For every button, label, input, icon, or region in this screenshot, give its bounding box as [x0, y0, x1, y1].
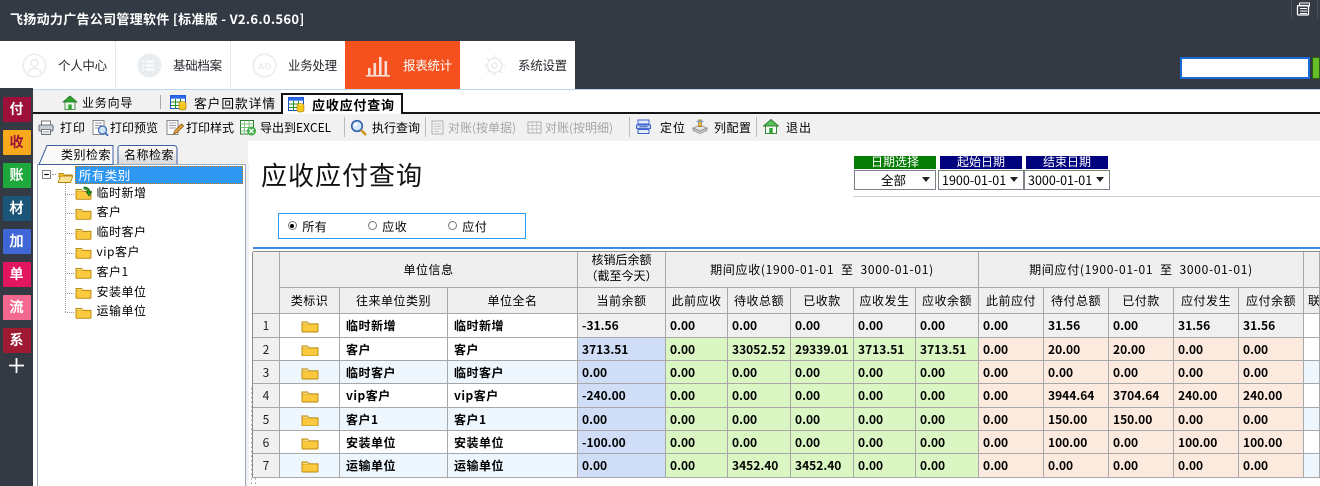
svg-text:AD: AD — [258, 62, 272, 73]
